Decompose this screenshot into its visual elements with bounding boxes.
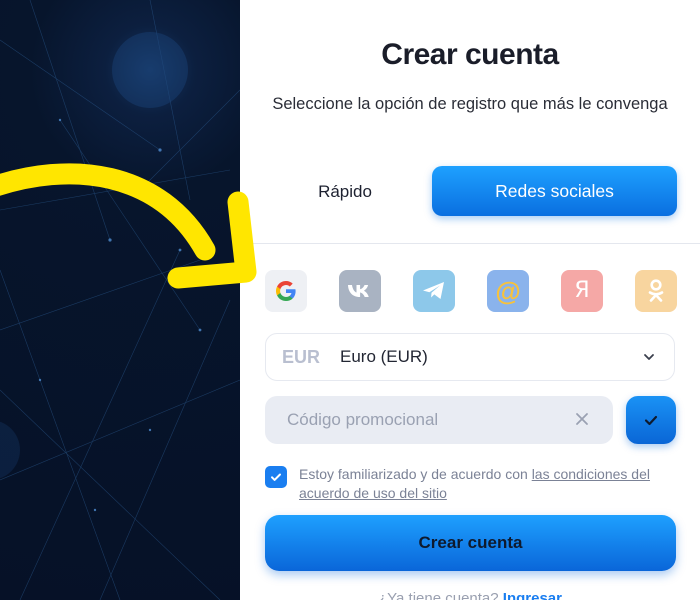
odnoklassniki-login-button[interactable] bbox=[635, 270, 677, 312]
arrow-graphic bbox=[0, 163, 257, 289]
page-title: Crear cuenta bbox=[381, 38, 559, 71]
login-prompt: ¿Ya tiene cuenta? bbox=[377, 590, 499, 600]
divider bbox=[240, 243, 700, 244]
page-subtitle: Seleccione la opción de registro que más… bbox=[272, 95, 668, 113]
mail-login-button[interactable]: @ bbox=[487, 270, 529, 312]
signup-card: Crear cuenta Seleccione la opción de reg… bbox=[240, 0, 700, 600]
telegram-login-button[interactable] bbox=[413, 270, 455, 312]
check-icon bbox=[644, 415, 658, 426]
vk-icon bbox=[348, 285, 369, 297]
agreement-checkbox[interactable] bbox=[265, 466, 287, 488]
login-row: ¿Ya tiene cuenta? Ingresar bbox=[240, 590, 700, 600]
promo-code-input[interactable] bbox=[287, 410, 557, 430]
yandex-login-button[interactable]: Я bbox=[561, 270, 603, 312]
promo-code-field bbox=[265, 396, 613, 444]
vk-login-button[interactable] bbox=[339, 270, 381, 312]
at-sign-icon: @ bbox=[495, 276, 521, 306]
tab-quick[interactable]: Rápido bbox=[280, 172, 410, 212]
yandex-icon: Я bbox=[574, 278, 590, 303]
tab-social-networks[interactable]: Redes sociales bbox=[432, 166, 677, 216]
agreement-label: Estoy familiarizado y de acuerdo con bbox=[299, 466, 532, 482]
agreement-text: Estoy familiarizado y de acuerdo con las… bbox=[299, 465, 679, 503]
check-icon bbox=[271, 473, 281, 481]
create-account-button[interactable]: Crear cuenta bbox=[265, 515, 676, 571]
login-link[interactable]: Ingresar bbox=[503, 590, 562, 600]
apply-promo-button[interactable] bbox=[626, 396, 676, 444]
currency-code: EUR bbox=[282, 346, 321, 367]
telegram-icon bbox=[423, 282, 444, 299]
ok-icon bbox=[648, 279, 664, 302]
background-panel bbox=[0, 0, 240, 600]
currency-select[interactable]: EUR Euro (EUR) bbox=[265, 333, 675, 381]
currency-name: Euro (EUR) bbox=[340, 347, 428, 366]
chevron-down-icon bbox=[644, 354, 654, 360]
close-icon[interactable] bbox=[573, 410, 591, 428]
network-graphic bbox=[0, 0, 240, 600]
